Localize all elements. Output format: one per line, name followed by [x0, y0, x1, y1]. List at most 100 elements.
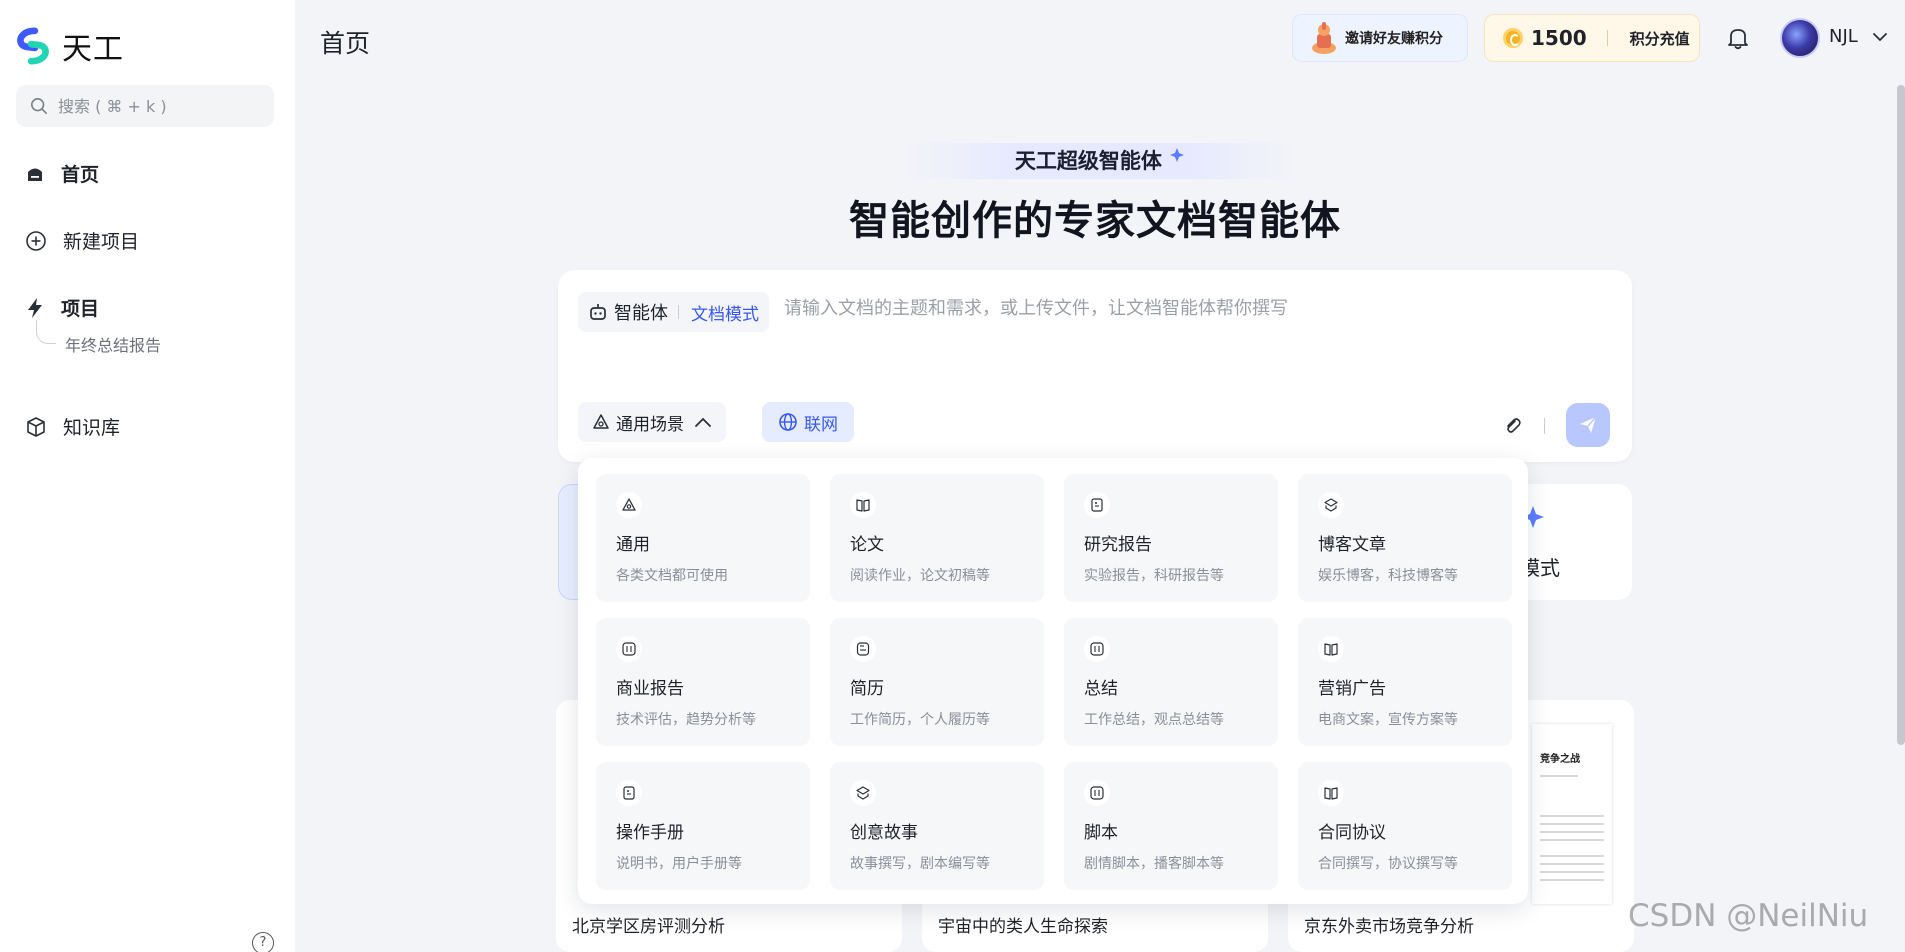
resume-icon [850, 636, 876, 662]
invite-friends-button[interactable]: 邀请好友赚积分 [1292, 14, 1468, 62]
web-search-toggle[interactable]: 联网 [762, 402, 854, 442]
logo-mark-icon [17, 27, 49, 65]
scrollbar[interactable] [1897, 85, 1905, 745]
project-item-annual-report[interactable]: 年终总结报告 [65, 332, 161, 356]
scene-option[interactable]: 通用 各类文档都可使用 [596, 474, 810, 602]
nav-knowledge[interactable]: 知识库 [25, 413, 120, 440]
watermark: CSDN @NeilNiu [1628, 898, 1869, 934]
chevron-up-icon [695, 417, 711, 427]
book-icon [1318, 636, 1344, 662]
scene-option[interactable]: 脚本 剧情脚本，播客脚本等 [1064, 762, 1278, 890]
tree-connector [36, 320, 56, 344]
scene-desc: 各类文档都可使用 [616, 568, 728, 584]
hero-badge: 天工超级智能体 [900, 143, 1300, 179]
scene-title: 商业报告 [616, 679, 684, 699]
scene-title: 营销广告 [1318, 679, 1386, 699]
divider [1606, 30, 1608, 46]
scene-label: 通用场景 [616, 414, 684, 435]
nav-new-project[interactable]: 新建项目 [25, 227, 139, 254]
scene-dropdown: 通用 各类文档都可使用 论文 阅读作业，论文初稿等 研究报告 实验报告，科研报告… [578, 458, 1528, 904]
home-icon [28, 168, 42, 181]
scene-grid: 通用 各类文档都可使用 论文 阅读作业，论文初稿等 研究报告 实验报告，科研报告… [596, 474, 1512, 890]
attachment-icon[interactable] [1503, 416, 1523, 436]
search-icon [30, 97, 48, 115]
search-input[interactable] [58, 96, 258, 116]
scene-title: 总结 [1084, 679, 1118, 699]
divider [678, 305, 679, 319]
lightning-icon [28, 297, 42, 318]
scene-option[interactable]: 创意故事 故事撰写，剧本编写等 [830, 762, 1044, 890]
search-box[interactable] [16, 85, 274, 127]
invite-label: 邀请好友赚积分 [1345, 31, 1443, 47]
app-logo[interactable]: 天工 [14, 24, 124, 68]
nav-home-label: 首页 [61, 164, 100, 186]
sidebar: 天工 首页 新建项目 项目 年终总结报告 [0, 0, 295, 952]
nav-knowledge-label: 知识库 [63, 417, 121, 439]
divider [1544, 418, 1545, 434]
hero-title: 智能创作的专家文档智能体 [849, 198, 1341, 244]
username[interactable]: NJL [1829, 26, 1858, 47]
scene-title: 操作手册 [616, 823, 684, 843]
globe-icon [779, 413, 797, 431]
avatar[interactable] [1780, 18, 1820, 58]
send-icon [1580, 416, 1597, 433]
triangle-icon [593, 414, 609, 429]
cube-icon [27, 416, 45, 437]
scene-option[interactable]: 操作手册 说明书，用户手册等 [596, 762, 810, 890]
scene-option[interactable]: 营销广告 电商文案，宣传方案等 [1298, 618, 1512, 746]
doc-line [1540, 855, 1604, 857]
triangle-icon [616, 492, 642, 518]
nav-home[interactable]: 首页 [25, 160, 99, 187]
document-thumbnail: 竞争之战 [1532, 724, 1612, 904]
preview-caption: 北京学区房评测分析 [572, 917, 725, 937]
scene-option[interactable]: 论文 阅读作业，论文初稿等 [830, 474, 1044, 602]
scene-desc: 娱乐博客，科技博客等 [1318, 568, 1458, 584]
scene-desc: 工作简历，个人履历等 [850, 712, 990, 728]
doc-line [1540, 815, 1604, 817]
agent-mode-chip[interactable]: 智能体 文档模式 [578, 292, 769, 332]
book-icon [1318, 780, 1344, 806]
page-title: 首页 [320, 29, 371, 58]
scene-desc: 剧情脚本，播客脚本等 [1084, 856, 1224, 872]
doc-line [1540, 871, 1604, 873]
scene-option[interactable]: 简历 工作简历，个人履历等 [830, 618, 1044, 746]
doc-line [1540, 879, 1604, 881]
agent-label: 智能体 [614, 303, 668, 324]
scene-title: 博客文章 [1318, 535, 1386, 555]
coin-icon [1503, 28, 1523, 48]
bell-icon[interactable] [1725, 25, 1751, 51]
grid-icon [616, 636, 642, 662]
nav-projects-label: 项目 [61, 298, 100, 320]
points-panel: 1500 积分充值 [1484, 14, 1700, 62]
scene-option[interactable]: 博客文章 娱乐博客，科技博客等 [1298, 474, 1512, 602]
points-balance: 1500 [1531, 26, 1587, 50]
preview-caption: 京东外卖市场竞争分析 [1304, 917, 1474, 937]
scene-option[interactable]: 合同协议 合同撰写，协议撰写等 [1298, 762, 1512, 890]
scene-title: 合同协议 [1318, 823, 1386, 843]
scene-title: 创意故事 [850, 823, 918, 843]
send-button[interactable] [1566, 403, 1610, 447]
prompt-input[interactable] [784, 298, 1584, 319]
doc-mode-label: 文档模式 [691, 304, 759, 325]
grid-icon [1084, 636, 1110, 662]
scene-desc: 故事撰写，剧本编写等 [850, 856, 990, 872]
recharge-button[interactable]: 积分充值 [1630, 28, 1690, 49]
help-icon[interactable]: ? [252, 932, 274, 952]
chevron-down-icon[interactable] [1873, 32, 1887, 42]
scene-title: 脚本 [1084, 823, 1118, 843]
preview-caption: 宇宙中的类人生命探索 [938, 917, 1108, 937]
doc-line [1540, 775, 1579, 777]
nav-new-project-label: 新建项目 [63, 231, 140, 253]
scene-option[interactable]: 总结 工作总结，观点总结等 [1064, 618, 1278, 746]
nav-projects[interactable]: 项目 [25, 294, 99, 321]
scene-option[interactable]: 商业报告 技术评估，趋势分析等 [596, 618, 810, 746]
scene-title: 简历 [850, 679, 884, 699]
doc-line [1540, 863, 1604, 865]
doc-thumb-title: 竞争之战 [1540, 754, 1580, 765]
scene-selector-button[interactable]: 通用场景 [578, 402, 726, 442]
scene-title: 论文 [850, 535, 884, 555]
composer-card: 智能体 文档模式 通用场景 联网 [558, 270, 1632, 462]
doc-line [1540, 839, 1604, 841]
scene-option[interactable]: 研究报告 实验报告，科研报告等 [1064, 474, 1278, 602]
scene-desc: 实验报告，科研报告等 [1084, 568, 1224, 584]
